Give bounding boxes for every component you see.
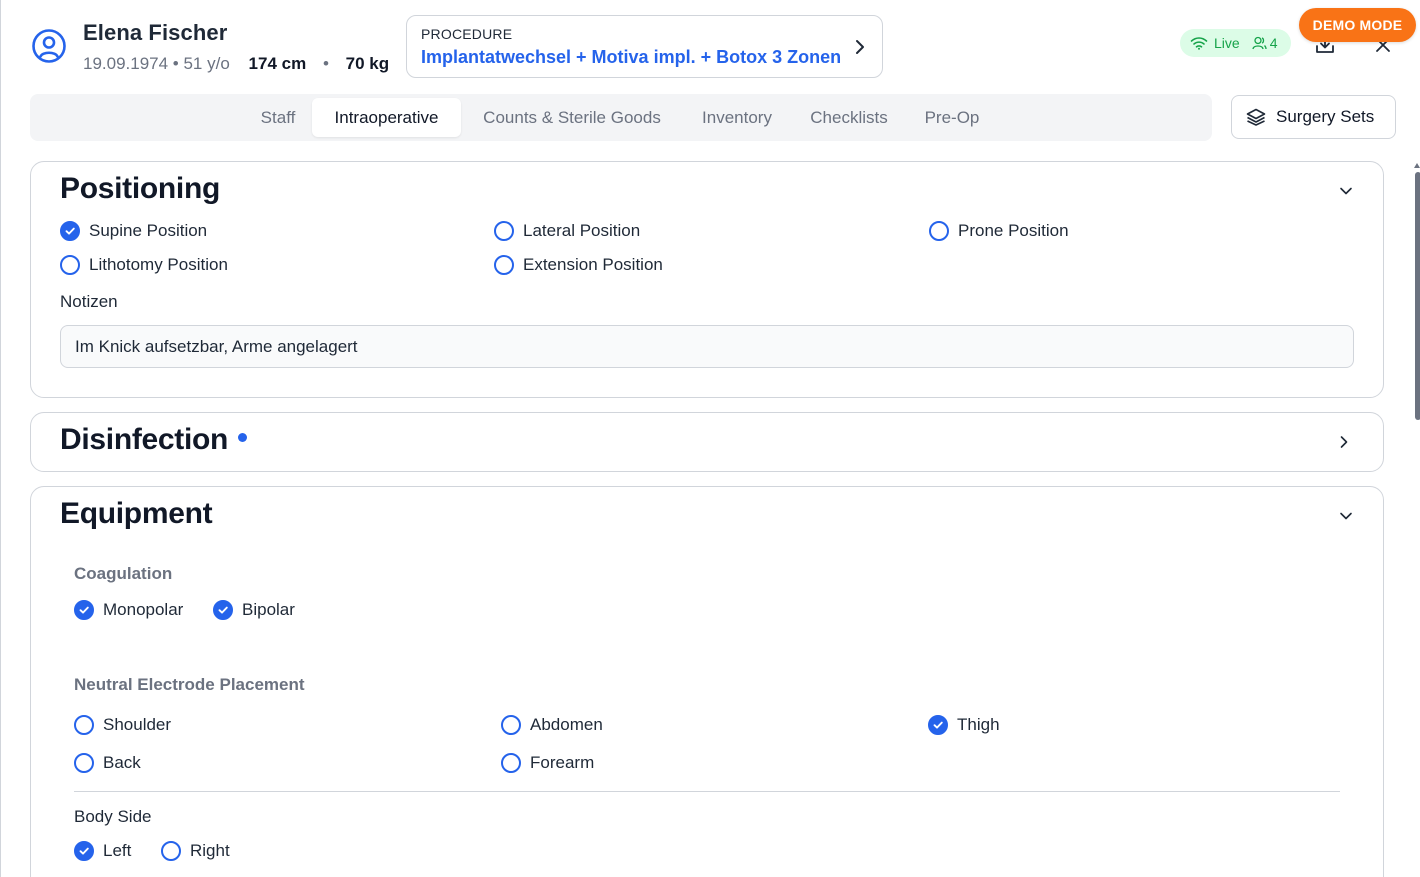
patient-meta: 19.09.1974 • 51 y/o 174 cm • 70 kg	[83, 54, 389, 74]
electrode-placement-label: Neutral Electrode Placement	[74, 675, 305, 694]
option-bipolar[interactable]: Bipolar	[213, 600, 295, 620]
live-status-badge: Live 4	[1180, 29, 1291, 57]
notes-input[interactable]	[60, 325, 1354, 368]
option-lateral-position[interactable]: Lateral Position	[494, 221, 640, 241]
option-label: Monopolar	[103, 600, 184, 619]
scroll-up-arrow[interactable]	[1414, 163, 1420, 168]
tab-pre-op[interactable]: Pre-Op	[910, 98, 994, 137]
radio-indicator	[74, 841, 94, 861]
positioning-card: Positioning Supine Position Lateral Posi…	[30, 161, 1384, 398]
tab-bar: Staff Intraoperative Counts & Sterile Go…	[30, 94, 1212, 141]
coagulation-label: Coagulation	[74, 564, 173, 583]
option-label: Shoulder	[103, 715, 172, 734]
option-right[interactable]: Right	[161, 841, 230, 861]
option-abdomen[interactable]: Abdomen	[501, 715, 603, 735]
section-divider	[74, 791, 1340, 792]
unsaved-indicator-dot	[238, 432, 248, 442]
chevron-right-icon[interactable]	[1336, 434, 1352, 450]
option-label: Lateral Position	[523, 221, 641, 240]
patient-weight: 70 kg	[345, 54, 390, 73]
option-label: Back	[103, 753, 141, 772]
option-label: Thigh	[957, 715, 1000, 734]
demo-mode-badge: DEMO MODE	[1299, 8, 1416, 42]
option-label: Left	[103, 841, 132, 860]
radio-indicator	[494, 221, 514, 241]
option-label: Lithotomy Position	[89, 255, 228, 274]
app-window: Elena Fischer 19.09.1974 • 51 y/o 174 cm…	[0, 0, 1420, 877]
chevron-down-icon[interactable]	[1338, 508, 1354, 524]
equipment-card: Equipment Coagulation Monopolar Bipolar …	[30, 486, 1384, 877]
option-label: Supine Position	[89, 221, 208, 240]
option-label: Forearm	[530, 753, 595, 772]
tab-inventory[interactable]: Inventory	[686, 98, 788, 137]
option-label: Right	[190, 841, 230, 860]
radio-indicator	[60, 221, 80, 241]
radio-indicator	[74, 715, 94, 735]
option-label: Abdomen	[530, 715, 603, 734]
patient-height: 174 cm	[248, 54, 307, 73]
checkbox-indicator	[213, 600, 233, 620]
notes-label: Notizen	[60, 292, 118, 311]
radio-indicator	[929, 221, 949, 241]
disinfection-title: Disinfection	[60, 423, 248, 457]
disinfection-title-text: Disinfection	[60, 423, 229, 456]
body-side-label: Body Side	[74, 807, 152, 826]
tab-checklists[interactable]: Checklists	[796, 98, 902, 137]
positioning-title: Positioning	[60, 172, 221, 205]
radio-indicator	[74, 753, 94, 773]
procedure-value: Implantatwechsel + Motiva impl. + Botox …	[421, 47, 842, 67]
disinfection-card[interactable]: Disinfection	[30, 412, 1384, 472]
option-monopolar[interactable]: Monopolar	[74, 600, 183, 620]
option-forearm[interactable]: Forearm	[501, 753, 594, 773]
wifi-icon	[1190, 37, 1208, 50]
checkbox-indicator	[74, 600, 94, 620]
tab-intraoperative[interactable]: Intraoperative	[312, 98, 461, 137]
procedure-label: PROCEDURE	[421, 26, 513, 42]
surgery-sets-button[interactable]: Surgery Sets	[1231, 95, 1396, 139]
option-label: Prone Position	[958, 221, 1069, 240]
option-shoulder[interactable]: Shoulder	[74, 715, 171, 735]
patient-dob-age: 19.09.1974 • 51 y/o	[83, 54, 230, 73]
surgery-sets-label: Surgery Sets	[1276, 107, 1375, 126]
live-label: Live	[1214, 35, 1240, 51]
equipment-title: Equipment	[60, 497, 213, 530]
option-supine-position[interactable]: Supine Position	[60, 221, 207, 241]
option-back[interactable]: Back	[74, 753, 141, 773]
option-lithotomy-position[interactable]: Lithotomy Position	[60, 255, 228, 275]
patient-name: Elena Fischer	[83, 20, 228, 45]
option-extension-position[interactable]: Extension Position	[494, 255, 663, 275]
user-profile-icon	[32, 29, 66, 63]
tab-counts-sterile-goods[interactable]: Counts & Sterile Goods	[466, 98, 678, 137]
procedure-card[interactable]: PROCEDURE Implantatwechsel + Motiva impl…	[406, 15, 883, 78]
option-left[interactable]: Left	[74, 841, 131, 861]
radio-indicator	[494, 255, 514, 275]
tab-staff[interactable]: Staff	[244, 98, 312, 137]
users-icon	[1252, 36, 1267, 50]
option-label: Bipolar	[242, 600, 295, 619]
option-prone-position[interactable]: Prone Position	[929, 221, 1069, 241]
meta-separator: •	[322, 54, 329, 73]
scrollbar-thumb[interactable]	[1415, 172, 1420, 420]
users-count: 4	[1269, 35, 1278, 51]
radio-indicator	[501, 715, 521, 735]
radio-indicator	[60, 255, 80, 275]
radio-indicator	[501, 753, 521, 773]
chevron-right-icon	[856, 40, 864, 54]
option-thigh[interactable]: Thigh	[928, 715, 1000, 735]
radio-indicator	[928, 715, 948, 735]
chevron-down-icon[interactable]	[1338, 183, 1354, 199]
option-label: Extension Position	[523, 255, 663, 274]
layers-icon	[1246, 108, 1266, 126]
radio-indicator	[161, 841, 181, 861]
